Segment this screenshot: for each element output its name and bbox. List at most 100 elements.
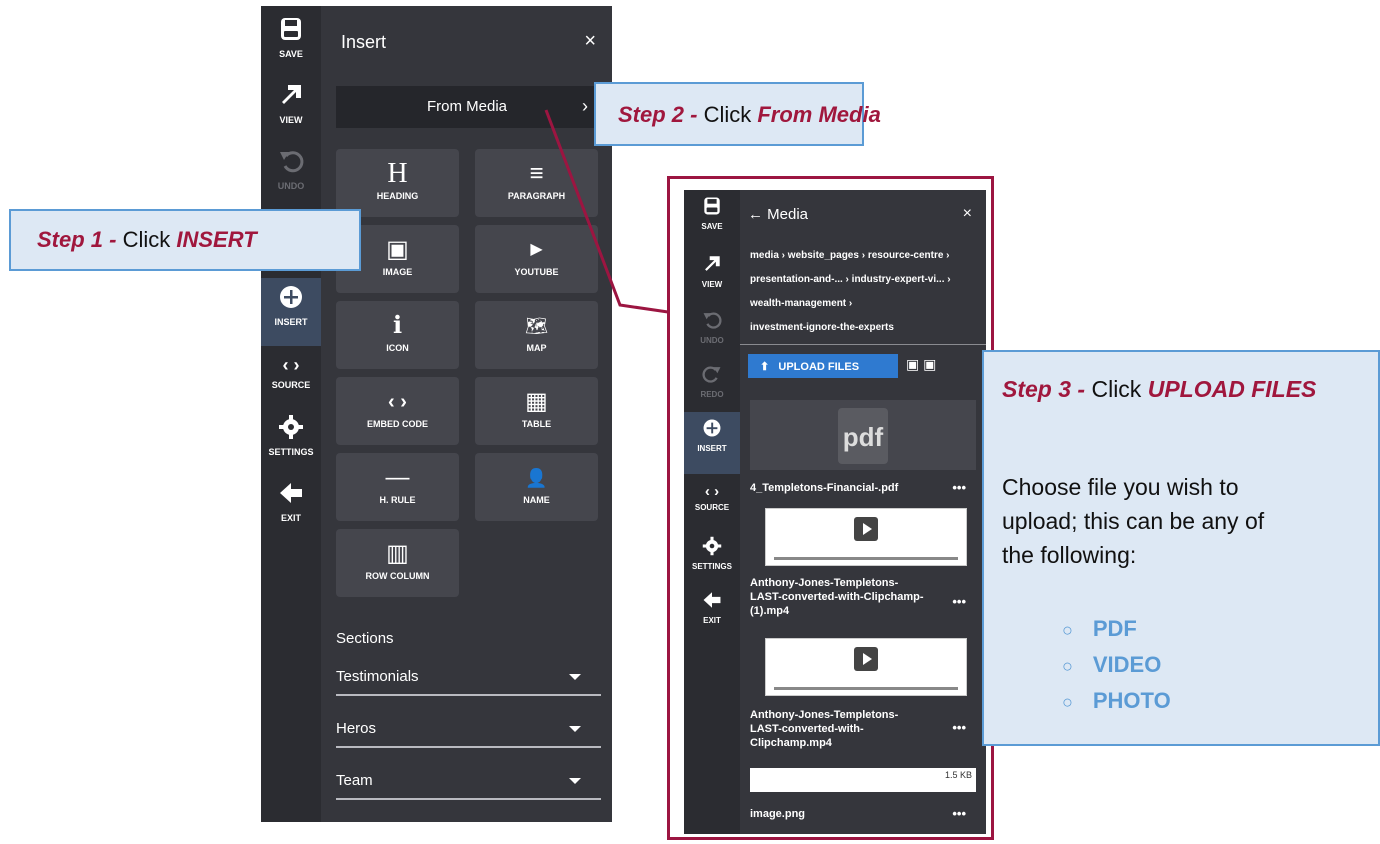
- accordion-testimonials[interactable]: Testimonials: [336, 658, 601, 696]
- settings-button[interactable]: SETTINGS: [684, 536, 740, 571]
- upload-label: ⬆ UPLOAD FILES: [760, 360, 859, 373]
- folder-add-icon[interactable]: ▣: [923, 356, 936, 372]
- undo-label: UNDO: [700, 336, 724, 345]
- redo-button[interactable]: REDO: [684, 364, 740, 399]
- folder-icons: ▣ ▣: [906, 356, 936, 373]
- undo-label: UNDO: [277, 181, 305, 191]
- exit-label: EXIT: [280, 513, 301, 523]
- save-button[interactable]: SAVE: [684, 196, 740, 231]
- file-name[interactable]: Anthony-Jones-Templetons-LAST-converted-…: [750, 576, 930, 618]
- save-icon: [281, 18, 301, 40]
- table-icon: ▦: [525, 388, 548, 415]
- tile-label: MAP: [526, 343, 547, 353]
- save-icon: [704, 197, 720, 215]
- save-label: SAVE: [701, 222, 723, 231]
- insert-button[interactable]: INSERT: [684, 412, 740, 474]
- bullet-text: VIDEO: [1092, 652, 1162, 677]
- undo-button[interactable]: UNDO: [684, 310, 740, 345]
- more-icon[interactable]: •••: [952, 480, 966, 495]
- accordion-heros[interactable]: Heros: [336, 710, 601, 748]
- editor-toolbar: SAVE VIEW UNDO INSERT ‹ › SOURCE SETTING…: [261, 6, 321, 822]
- file-name[interactable]: 4_Templetons-Financial-.pdf: [750, 482, 898, 494]
- exit-button[interactable]: EXIT: [261, 480, 321, 523]
- bullet-item: ○ PHOTO: [1062, 688, 1171, 713]
- file-thumb-pdf[interactable]: pdf: [750, 400, 976, 470]
- step2-callout: Step 2 - Click From Media: [594, 82, 881, 146]
- source-button[interactable]: ‹ › SOURCE: [261, 352, 321, 390]
- caret-down-icon: [569, 726, 581, 732]
- image-thumb[interactable]: 1.5 KB: [750, 768, 976, 792]
- save-button[interactable]: SAVE: [261, 16, 321, 59]
- insert-button[interactable]: INSERT: [261, 278, 321, 346]
- caret-down-icon: [569, 674, 581, 680]
- tile-h-rule[interactable]: — H. RULE: [336, 453, 459, 521]
- arrow-left-icon: [703, 592, 721, 608]
- code-icon: ‹ ›: [282, 355, 300, 375]
- redo-label: REDO: [700, 390, 724, 399]
- accordion-label: Team: [336, 772, 373, 789]
- close-icon[interactable]: ×: [963, 205, 972, 223]
- file-name[interactable]: Anthony-Jones-Templetons-LAST-converted-…: [750, 708, 930, 750]
- step2-prefix: Step 2 -: [618, 102, 698, 127]
- file-size: 1.5 KB: [944, 770, 972, 780]
- accordion-team[interactable]: Team: [336, 762, 601, 800]
- close-icon[interactable]: ×: [584, 30, 596, 53]
- upload-files-button[interactable]: ⬆ UPLOAD FILES: [748, 354, 898, 378]
- play-icon: [854, 517, 878, 541]
- video-thumb[interactable]: [765, 508, 967, 566]
- breadcrumb[interactable]: investment-ignore-the-experts: [750, 322, 894, 333]
- view-button[interactable]: VIEW: [684, 254, 740, 289]
- upload-arrow-icon: ⬆: [760, 361, 770, 373]
- step3-target: UPLOAD FILES: [1147, 376, 1317, 402]
- pdf-label: pdf: [842, 422, 884, 452]
- tile-heading[interactable]: H HEADING: [336, 149, 459, 217]
- media-title[interactable]: ← Media: [748, 206, 808, 223]
- view-label: VIEW: [279, 115, 303, 125]
- columns-icon: ▥: [386, 540, 409, 567]
- rule-icon: —: [385, 464, 410, 491]
- more-icon[interactable]: •••: [952, 594, 966, 609]
- more-icon[interactable]: •••: [952, 806, 966, 821]
- step1-callout: Step 1 - Click INSERT: [9, 209, 361, 271]
- breadcrumb[interactable]: wealth-management ›: [750, 298, 852, 309]
- view-button[interactable]: VIEW: [261, 82, 321, 125]
- step2-text: Step 2 - Click From Media: [618, 102, 881, 128]
- insert-label: INSERT: [274, 317, 308, 327]
- step3-callout: Step 3 - Click UPLOAD FILES Choose file …: [982, 350, 1380, 746]
- exit-button[interactable]: EXIT: [684, 590, 740, 625]
- undo-button[interactable]: UNDO: [261, 148, 321, 191]
- info-icon: ℹ: [392, 312, 403, 339]
- play-icon: [854, 647, 878, 671]
- tile-label: EMBED CODE: [366, 419, 428, 429]
- folder-download-icon[interactable]: ▣: [906, 356, 919, 372]
- view-label: VIEW: [701, 280, 723, 289]
- tile-label: NAME: [523, 495, 550, 505]
- video-thumb[interactable]: [765, 638, 967, 696]
- step1-text: Step 1 - Click INSERT: [37, 227, 257, 253]
- file-name[interactable]: image.png: [750, 808, 805, 820]
- plus-circle-icon: [280, 286, 302, 308]
- code-icon: ‹ ›: [704, 483, 720, 500]
- step3-prefix: Step 3 -: [1002, 376, 1086, 402]
- settings-label: SETTINGS: [691, 562, 732, 571]
- step2-target: From Media: [757, 102, 881, 127]
- breadcrumb[interactable]: presentation-and-... › industry-expert-v…: [750, 274, 951, 285]
- tile-row-column[interactable]: ▥ ROW COLUMN: [336, 529, 459, 597]
- exit-label: EXIT: [703, 616, 721, 625]
- sections-heading: Sections: [336, 630, 394, 647]
- step1-target: INSERT: [176, 227, 257, 252]
- undo-icon: [703, 312, 722, 329]
- source-button[interactable]: ‹ › SOURCE: [684, 482, 740, 512]
- code-icon: ‹ ›: [388, 391, 407, 413]
- bullet-item: ○ VIDEO: [1062, 652, 1162, 677]
- tile-icon[interactable]: ℹ ICON: [336, 301, 459, 369]
- more-icon[interactable]: •••: [952, 720, 966, 735]
- tile-name[interactable]: 👤 NAME: [475, 453, 598, 521]
- tile-table[interactable]: ▦ TABLE: [475, 377, 598, 445]
- accordion-label: Testimonials: [336, 668, 419, 685]
- panel-title: Insert: [341, 32, 387, 52]
- tile-embed-code[interactable]: ‹ › EMBED CODE: [336, 377, 459, 445]
- breadcrumb[interactable]: media › website_pages › resource-centre …: [750, 250, 950, 261]
- settings-button[interactable]: SETTINGS: [261, 414, 321, 457]
- tile-label: ICON: [386, 343, 409, 353]
